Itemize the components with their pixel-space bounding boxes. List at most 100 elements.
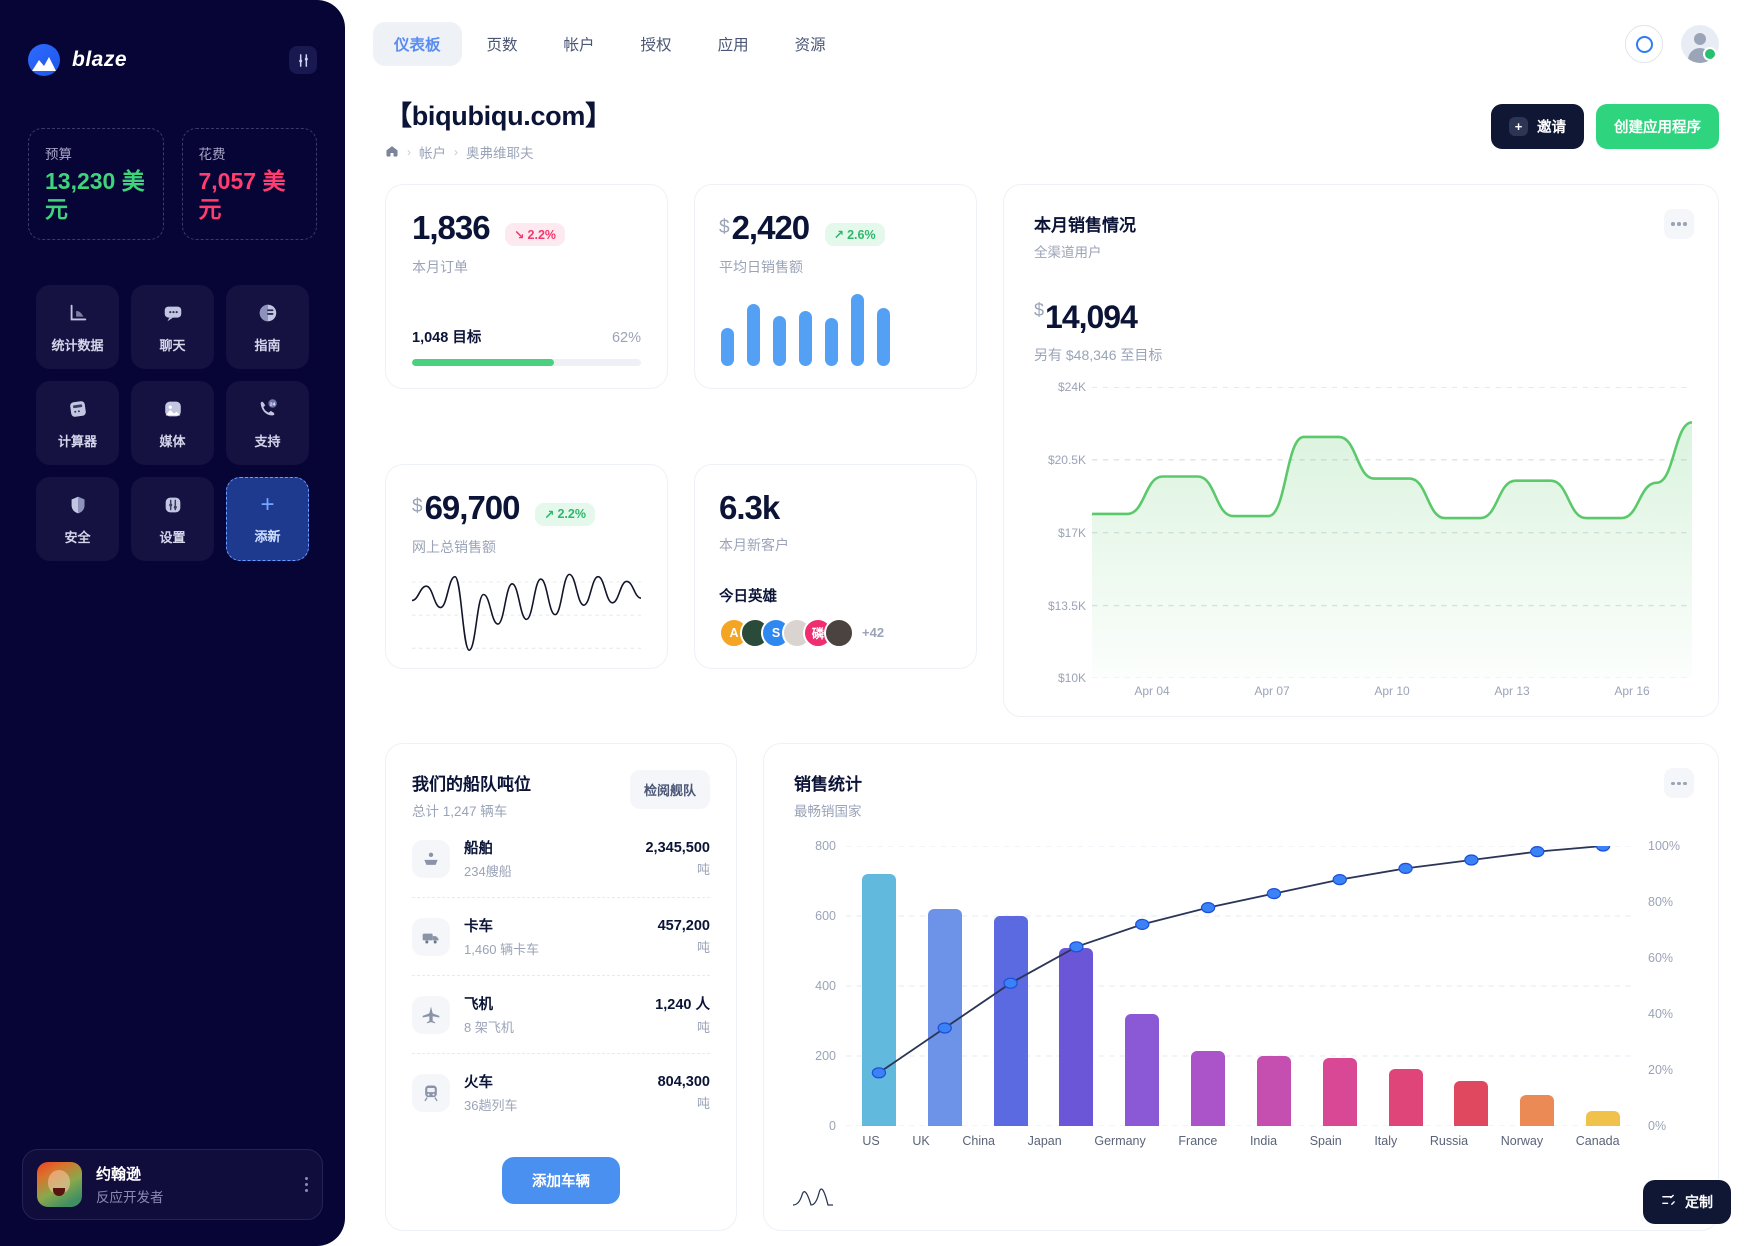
image-icon bbox=[160, 396, 186, 422]
page-header: 【biqubiqu.com】 › 帐户 › 奥弗维耶夫 + 邀请 创建应用程序 bbox=[373, 88, 1723, 162]
budget-value: 13,230 美元 bbox=[45, 168, 145, 223]
avatar[interactable] bbox=[824, 617, 854, 648]
sidebar-item-settings[interactable]: 设置 bbox=[131, 477, 214, 562]
fleet-row[interactable]: 卡车 1,460 辆卡车 457,200 吨 bbox=[412, 898, 710, 977]
create-app-label: 创建应用程序 bbox=[1614, 120, 1701, 136]
header-actions: + 邀请 创建应用程序 bbox=[1491, 94, 1719, 149]
main-content: 仪表板 页数 帐户 授权 应用 资源 【biqubiqu.com】 › 帐户 ›… bbox=[345, 0, 1753, 1246]
breadcrumb-item-current[interactable]: 奥弗维耶夫 bbox=[466, 142, 534, 162]
x-tick: India bbox=[1249, 1134, 1278, 1149]
sidebar-item-calculator[interactable]: 计算器 bbox=[36, 381, 119, 466]
truck-icon bbox=[412, 917, 450, 956]
breadcrumb-separator: › bbox=[407, 145, 411, 159]
calculator-icon bbox=[65, 396, 91, 422]
circle-icon[interactable] bbox=[1625, 25, 1663, 63]
fleet-row-unit: 吨 bbox=[696, 861, 710, 877]
arrow-up-icon: ↗ bbox=[833, 228, 845, 243]
tab-accounts[interactable]: 帐户 bbox=[543, 22, 616, 66]
customize-button[interactable]: 定制 bbox=[1643, 1180, 1731, 1224]
fleet-row[interactable]: 船舶 234艘船 2,345,500 吨 bbox=[412, 820, 710, 899]
avg-daily-minibars bbox=[719, 294, 952, 366]
heroes-title: 今日英雄 bbox=[719, 588, 777, 605]
sidebar-item-support[interactable]: 24 支持 bbox=[226, 381, 309, 466]
fleet-header: 我们的船队吨位 总计 1,247 辆车 检阅舰队 bbox=[412, 770, 710, 820]
invite-button[interactable]: + 邀请 bbox=[1491, 104, 1584, 149]
fleet-row-unit: 吨 bbox=[696, 1020, 710, 1036]
online-sales-sparkline bbox=[412, 563, 641, 658]
fleet-row-text: 卡车 1,460 辆卡车 bbox=[464, 915, 539, 958]
month-sales-value-row: $14,094 bbox=[1034, 299, 1692, 336]
y-tick-right: 100% bbox=[1648, 839, 1680, 854]
budget-card: 预算 13,230 美元 bbox=[28, 128, 164, 241]
sidebar-item-label: 计算器 bbox=[57, 434, 97, 450]
customize-label: 定制 bbox=[1685, 1194, 1713, 1210]
orders-subtitle: 本月订单 bbox=[412, 259, 468, 276]
breadcrumb: › 帐户 › 奥弗维耶夫 bbox=[385, 142, 612, 162]
fleet-row[interactable]: 飞机 8 架飞机 1,240 人 吨 bbox=[412, 976, 710, 1055]
mini-bar bbox=[851, 294, 864, 366]
sidebar-item-add[interactable]: + 添新 bbox=[226, 477, 309, 562]
sidebar-item-chat[interactable]: 聊天 bbox=[131, 285, 214, 370]
more-horizontal-icon[interactable] bbox=[1664, 209, 1694, 239]
fleet-row-text: 船舶 234艘船 bbox=[464, 837, 512, 880]
y-tick-right: 40% bbox=[1648, 1007, 1674, 1022]
y-tick: $10K bbox=[1057, 671, 1086, 686]
fleet-row-values: 457,200 吨 bbox=[658, 918, 710, 956]
profile-name: 约翰逊 bbox=[96, 1166, 142, 1183]
y-tick-right: 20% bbox=[1648, 1063, 1674, 1078]
chart-plot bbox=[1092, 386, 1692, 680]
fleet-row-amount: 1,240 人 bbox=[655, 997, 710, 1014]
inspect-fleet-button[interactable]: 检阅舰队 bbox=[629, 770, 710, 810]
heroes-more-count: +42 bbox=[862, 625, 885, 641]
mini-bar bbox=[721, 328, 734, 366]
tab-pages[interactable]: 页数 bbox=[466, 22, 539, 66]
spend-card: 花费 7,057 美元 bbox=[181, 128, 317, 241]
user-avatar-icon[interactable] bbox=[1681, 25, 1719, 63]
chart-icon bbox=[65, 300, 91, 326]
sidebar-item-guide[interactable]: 指南 bbox=[226, 285, 309, 370]
x-tick: China bbox=[962, 1134, 996, 1149]
fleet-row[interactable]: 火车 36趟列车 804,300 吨 bbox=[412, 1054, 710, 1131]
orders-progress-fill bbox=[412, 359, 554, 366]
fleet-row-name: 船舶 bbox=[464, 841, 493, 858]
orders-goal-percent: 62% bbox=[611, 330, 641, 346]
month-sales-card: 本月销售情况 全渠道用户 $14,094 另有 $48,346 至目标 $10K… bbox=[1003, 184, 1719, 718]
sliders-icon[interactable] bbox=[289, 46, 317, 74]
fleet-header-text: 我们的船队吨位 总计 1,247 辆车 bbox=[412, 770, 531, 820]
more-vertical-icon[interactable] bbox=[305, 1176, 308, 1194]
add-vehicle-button[interactable]: 添加车辆 bbox=[502, 1157, 620, 1205]
y-tick: $17K bbox=[1057, 525, 1086, 540]
sidebar-item-stats[interactable]: 统计数据 bbox=[36, 285, 119, 370]
pareto-x-axis: US UK China Japan Germany France India Spain Ita… bbox=[794, 1126, 1692, 1148]
sidebar-user-profile[interactable]: 约翰逊 反应开发者 bbox=[22, 1149, 323, 1220]
fleet-title: 我们的船队吨位 bbox=[412, 775, 531, 795]
sidebar-item-security[interactable]: 安全 bbox=[36, 477, 119, 562]
tab-dashboard[interactable]: 仪表板 bbox=[373, 22, 462, 66]
avg-delta: 2.6% bbox=[847, 227, 876, 242]
avatar bbox=[37, 1162, 82, 1207]
tab-resources[interactable]: 资源 bbox=[774, 22, 847, 66]
fleet-row-desc: 8 架飞机 bbox=[464, 1020, 514, 1036]
spend-label: 花费 bbox=[198, 147, 226, 162]
x-tick: Canada bbox=[1575, 1134, 1620, 1149]
orders-goal-row: 1,048 目标 62% bbox=[412, 326, 641, 347]
tab-authorization[interactable]: 授权 bbox=[620, 22, 693, 66]
month-sales-value: 14,094 bbox=[1045, 299, 1138, 335]
breadcrumb-item-account[interactable]: 帐户 bbox=[419, 142, 446, 162]
online-sales-subtitle: 网上总销售额 bbox=[412, 538, 496, 555]
chart-y-axis: $10K $13.5K $17K $20.5K $24K bbox=[1034, 380, 1092, 685]
sidebar-item-media[interactable]: 媒体 bbox=[131, 381, 214, 466]
more-horizontal-icon[interactable] bbox=[1664, 768, 1694, 799]
home-icon[interactable] bbox=[385, 144, 399, 161]
tab-apps[interactable]: 应用 bbox=[697, 22, 770, 66]
mini-bar bbox=[799, 311, 812, 366]
create-app-button[interactable]: 创建应用程序 bbox=[1596, 104, 1719, 149]
currency-symbol: $ bbox=[412, 496, 423, 518]
sidebar-item-label: 设置 bbox=[159, 530, 186, 546]
pareto-plot bbox=[846, 846, 1636, 1127]
x-tick: US bbox=[862, 1134, 880, 1149]
dashboard-app: blaze 预算 13,230 美元 花费 7,057 美元 统计数据 聊天 指… bbox=[0, 0, 1753, 1246]
brand[interactable]: blaze bbox=[28, 44, 127, 76]
orders-card: 1,836 ↘ 2.2% 本月订单 1,048 目标 62% bbox=[385, 184, 668, 389]
